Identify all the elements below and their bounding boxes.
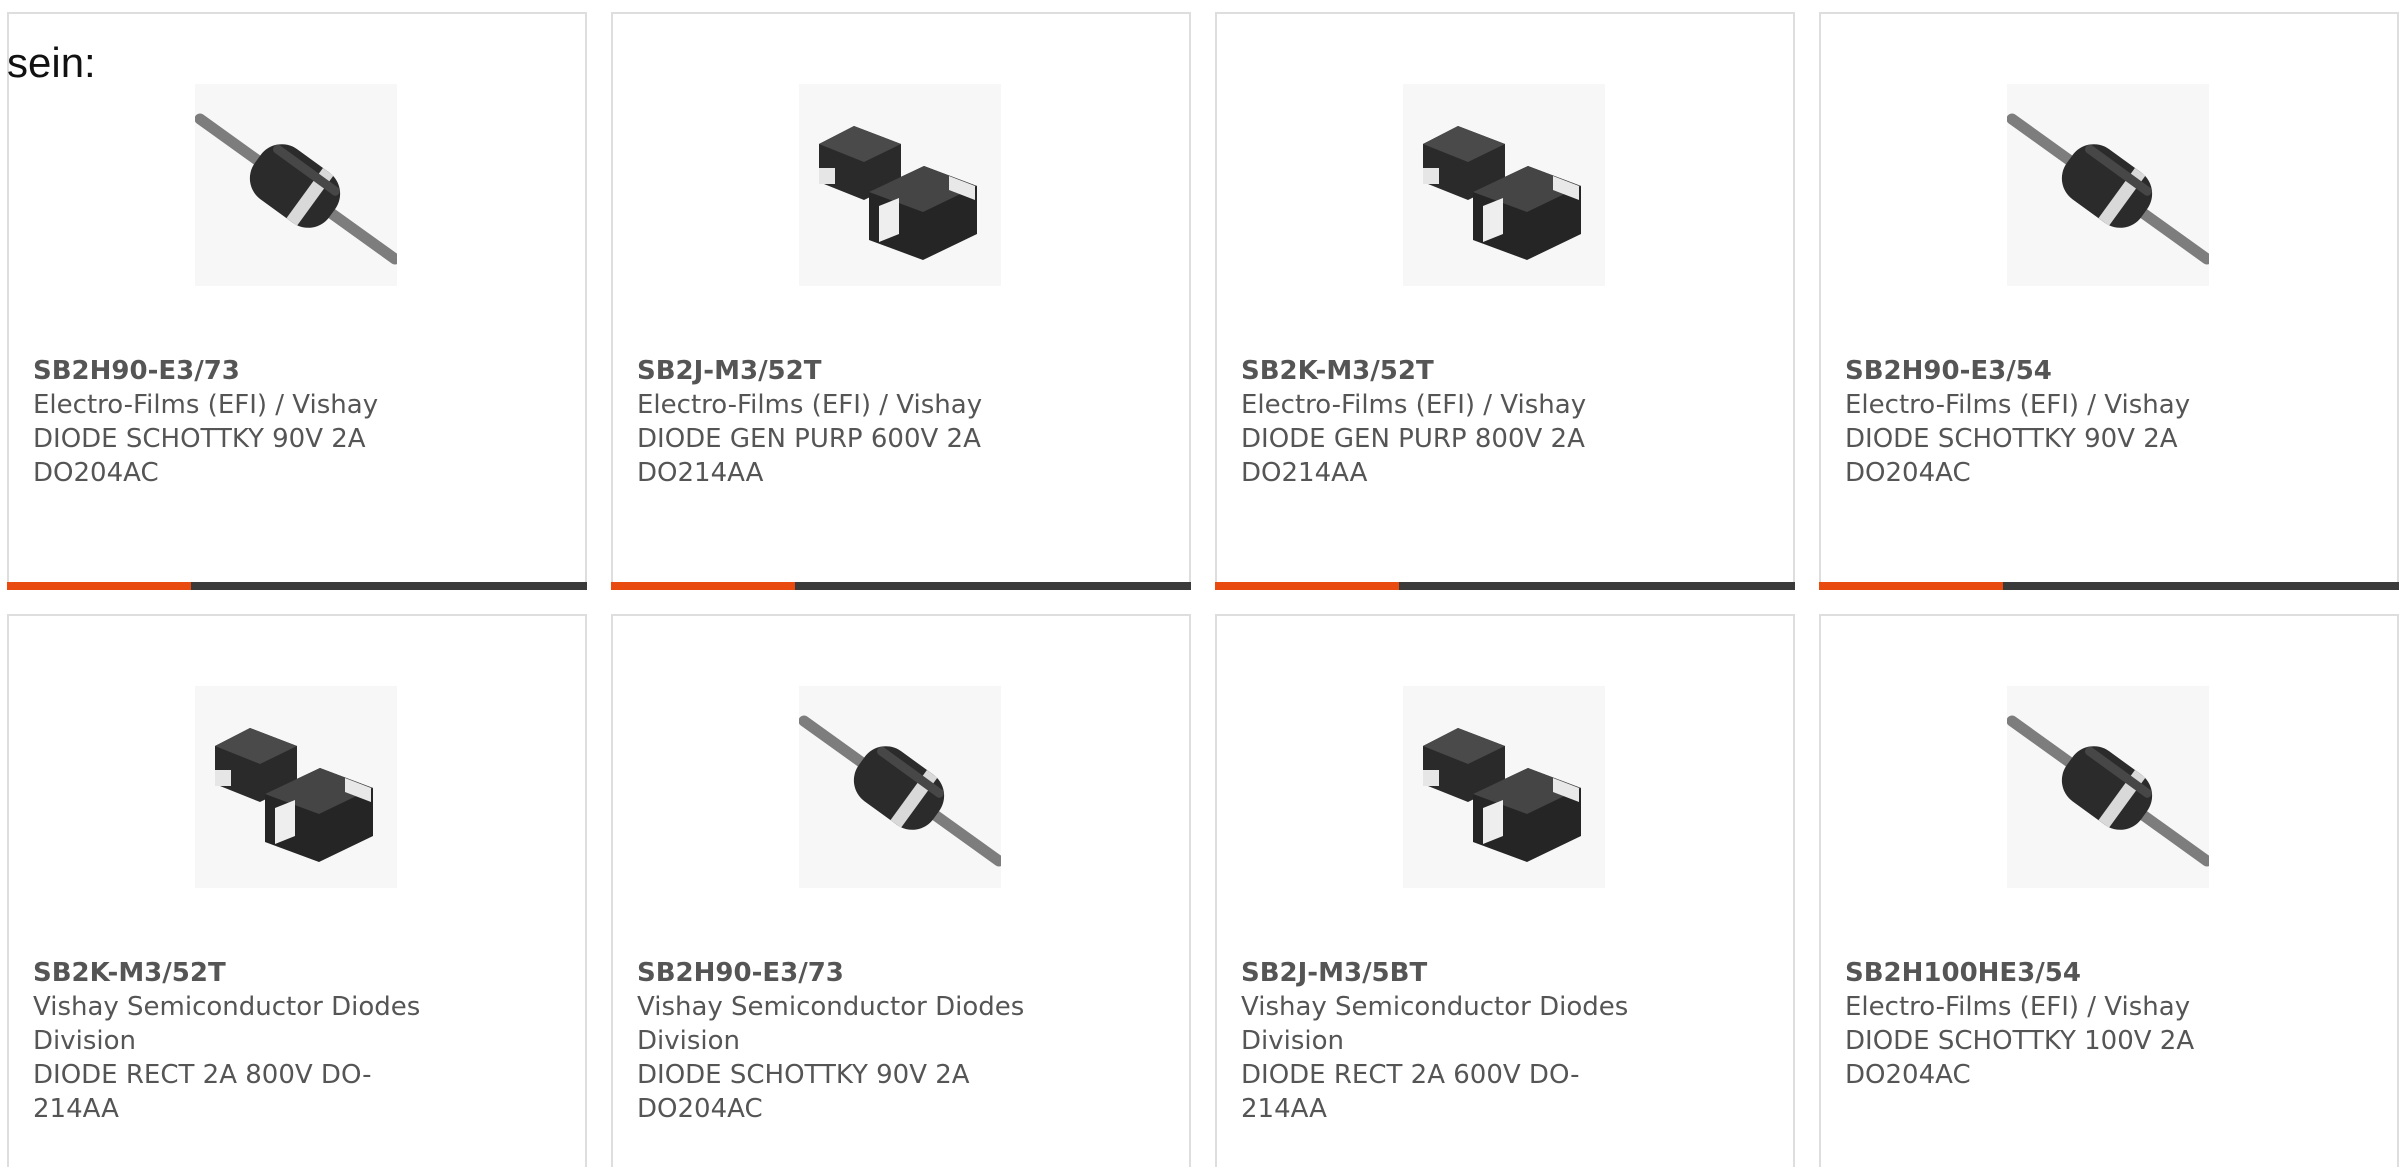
part-number[interactable]: SB2J-M3/52T (637, 354, 1057, 388)
part-number[interactable]: SB2K-M3/52T (1241, 354, 1661, 388)
manufacturer: Electro-Films (EFI) / Vishay (1241, 390, 1587, 420)
description: DIODE GEN PURP 800V 2A (1241, 424, 1585, 454)
part-number[interactable]: SB2H90-E3/73 (637, 956, 1057, 990)
manufacturer-continued: Division (33, 1026, 137, 1056)
card-accent-bar (611, 582, 795, 590)
description: DIODE RECT 2A 800V DO-214AA (33, 1060, 372, 1124)
part-number[interactable]: SB2K-M3/52T (33, 956, 453, 990)
package: DO204AC (1845, 1060, 1971, 1090)
product-info: SB2K-M3/52T Vishay Semiconductor Diodes … (33, 956, 453, 1126)
product-card[interactable]: SB2H90-E3/73 Vishay Semiconductor Diodes… (611, 614, 1191, 1167)
card-accent-bar (1215, 582, 1399, 590)
manufacturer-continued: Division (637, 1026, 741, 1056)
axial-diode-icon[interactable] (2007, 686, 2209, 888)
product-card[interactable]: SB2H90-E3/54 Electro-Films (EFI) / Visha… (1819, 12, 2399, 590)
product-info: SB2H90-E3/73 Vishay Semiconductor Diodes… (637, 956, 1057, 1126)
part-number[interactable]: SB2H90-E3/54 (1845, 354, 2265, 388)
part-number[interactable]: SB2H100HE3/54 (1845, 956, 2265, 990)
axial-diode-icon[interactable] (2007, 84, 2209, 286)
description: DIODE RECT 2A 600V DO-214AA (1241, 1060, 1580, 1124)
product-info: SB2H90-E3/73 Electro-Films (EFI) / Visha… (33, 354, 453, 490)
part-number[interactable]: SB2H90-E3/73 (33, 354, 453, 388)
card-bottom-bar (7, 582, 587, 590)
card-accent-bar (7, 582, 191, 590)
manufacturer: Electro-Films (EFI) / Vishay (1845, 992, 2191, 1022)
product-info: SB2H100HE3/54 Electro-Films (EFI) / Vish… (1845, 956, 2265, 1092)
manufacturer: Electro-Films (EFI) / Vishay (637, 390, 983, 420)
manufacturer: Vishay Semiconductor Diodes (637, 992, 1025, 1022)
part-number[interactable]: SB2J-M3/5BT (1241, 956, 1661, 990)
package: DO204AC (1845, 458, 1971, 488)
description: DIODE GEN PURP 600V 2A (637, 424, 981, 454)
product-card[interactable]: SB2J-M3/52T Electro-Films (EFI) / Vishay… (611, 12, 1191, 590)
axial-diode-icon[interactable] (799, 686, 1001, 888)
package: DO204AC (637, 1094, 763, 1124)
smd-diode-icon[interactable] (1403, 84, 1605, 286)
description: DIODE SCHOTTKY 90V 2A (1845, 424, 2178, 454)
product-info: SB2H90-E3/54 Electro-Films (EFI) / Visha… (1845, 354, 2265, 490)
smd-diode-icon[interactable] (799, 84, 1001, 286)
description: DIODE SCHOTTKY 90V 2A (33, 424, 366, 454)
description: DIODE SCHOTTKY 90V 2A (637, 1060, 970, 1090)
package: DO214AA (1241, 458, 1368, 488)
product-card[interactable]: SB2K-M3/52T Electro-Films (EFI) / Vishay… (1215, 12, 1795, 590)
card-bottom-bar (611, 582, 1191, 590)
manufacturer-continued: Division (1241, 1026, 1345, 1056)
product-info: SB2J-M3/52T Electro-Films (EFI) / Vishay… (637, 354, 1057, 490)
intro-text: sein: (7, 39, 96, 86)
card-accent-bar (1819, 582, 2003, 590)
product-card[interactable]: SB2K-M3/52T Vishay Semiconductor Diodes … (7, 614, 587, 1167)
package: DO204AC (33, 458, 159, 488)
product-grid: SB2H90-E3/73 Electro-Films (EFI) / Visha… (7, 12, 2400, 1167)
product-info: SB2K-M3/52T Electro-Films (EFI) / Vishay… (1241, 354, 1661, 490)
smd-diode-icon[interactable] (1403, 686, 1605, 888)
manufacturer: Vishay Semiconductor Diodes (33, 992, 421, 1022)
card-bottom-bar (1215, 582, 1795, 590)
product-info: SB2J-M3/5BT Vishay Semiconductor Diodes … (1241, 956, 1661, 1126)
manufacturer: Electro-Films (EFI) / Vishay (33, 390, 379, 420)
product-card[interactable]: SB2H90-E3/73 Electro-Films (EFI) / Visha… (7, 12, 587, 590)
smd-diode-icon[interactable] (195, 686, 397, 888)
manufacturer: Electro-Films (EFI) / Vishay (1845, 390, 2191, 420)
product-card[interactable]: SB2J-M3/5BT Vishay Semiconductor Diodes … (1215, 614, 1795, 1167)
card-bottom-bar (1819, 582, 2399, 590)
description: DIODE SCHOTTKY 100V 2A (1845, 1026, 2195, 1056)
axial-diode-icon[interactable] (195, 84, 397, 286)
package: DO214AA (637, 458, 764, 488)
product-card[interactable]: SB2H100HE3/54 Electro-Films (EFI) / Vish… (1819, 614, 2399, 1167)
manufacturer: Vishay Semiconductor Diodes (1241, 992, 1629, 1022)
